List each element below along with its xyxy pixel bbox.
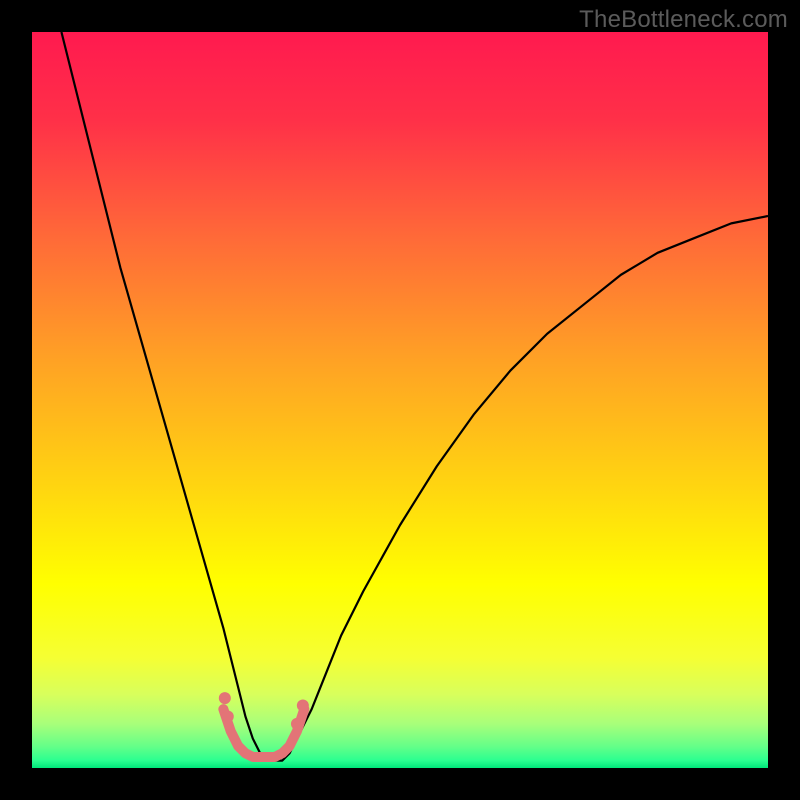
trough-dot [222, 710, 234, 722]
trough-marker [223, 709, 304, 757]
curves-layer [32, 32, 768, 768]
trough-dot [297, 699, 309, 711]
plot-area [32, 32, 768, 768]
trough-dot [219, 692, 231, 704]
bottleneck-curve [61, 32, 768, 761]
chart-frame: TheBottleneck.com [0, 0, 800, 800]
watermark-text: TheBottleneck.com [579, 6, 788, 34]
trough-dot [291, 718, 303, 730]
